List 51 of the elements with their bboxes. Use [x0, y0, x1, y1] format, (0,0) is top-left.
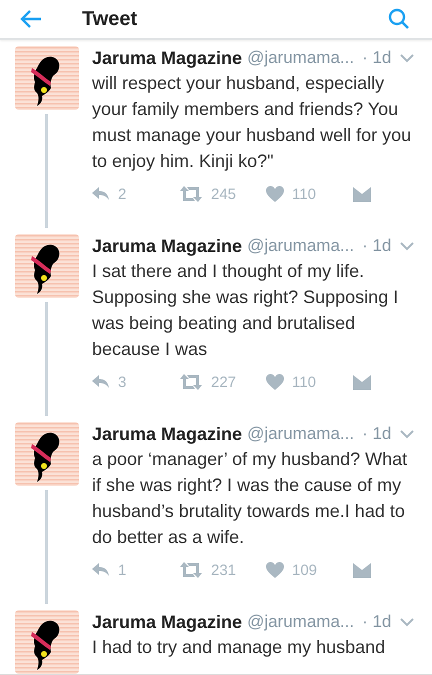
tweet-time: · 1d — [362, 612, 392, 632]
message-icon — [353, 374, 371, 390]
like-button[interactable]: 110 — [266, 186, 353, 202]
tweet-text: I had to try and manage my husband — [92, 636, 386, 659]
author-handle[interactable]: @jarumama... — [247, 424, 354, 444]
tweet-text: a poor ‘manager’ of my husband? What if she was right? I was the cause of my husband’s brutality towards me.I had to do better as a wife. — [92, 448, 408, 549]
reply-button[interactable]: 3 — [92, 374, 179, 390]
message-icon — [353, 562, 371, 578]
retweet-icon — [179, 186, 203, 202]
message-button[interactable] — [353, 562, 371, 578]
reply-button[interactable]: 2 — [92, 186, 179, 202]
avatar-icon[interactable] — [15, 422, 79, 486]
author-handle[interactable]: @jarumama... — [247, 48, 354, 68]
tweet-time: · 1d — [362, 424, 392, 444]
author-handle[interactable]: @jarumama... — [247, 236, 354, 256]
author-handle[interactable]: @jarumama... — [247, 612, 354, 632]
message-button[interactable] — [353, 186, 371, 202]
reply-icon — [92, 375, 110, 389]
retweet-icon — [179, 562, 203, 578]
heart-icon — [266, 186, 284, 202]
like-button[interactable]: 109 — [266, 562, 353, 578]
heart-icon — [266, 374, 284, 390]
retweet-button[interactable]: 231 — [179, 562, 266, 578]
author-name[interactable]: Jaruma Magazine — [92, 236, 242, 256]
avatar-icon[interactable] — [15, 610, 79, 674]
tweet-text: will respect your husband, especially your family members and friends? You must manage your husband well for you to enjoy him. Kinji ko?" — [92, 72, 412, 173]
page-title: Tweet — [82, 8, 138, 30]
reply-icon — [92, 187, 110, 201]
author-name[interactable]: Jaruma Magazine — [92, 612, 242, 632]
tweet-time: · 1d — [362, 236, 392, 256]
tweet-time: · 1d — [362, 48, 392, 68]
author-name[interactable]: Jaruma Magazine — [92, 48, 242, 68]
reply-button[interactable]: 1 — [92, 562, 179, 578]
avatar-icon[interactable] — [15, 234, 79, 298]
message-button[interactable] — [353, 374, 371, 390]
heart-icon — [266, 562, 284, 578]
like-button[interactable]: 110 — [266, 374, 353, 390]
tweet-text: I sat there and I thought of my life. Supposing she was right? Supposing I was being beating and brutalised because I was — [92, 260, 400, 361]
retweet-button[interactable]: 227 — [179, 374, 266, 390]
message-icon — [353, 186, 371, 202]
retweet-button[interactable]: 245 — [179, 186, 266, 202]
caret-icon[interactable] — [400, 618, 414, 626]
avatar-icon[interactable] — [15, 46, 79, 110]
caret-icon[interactable] — [400, 242, 414, 250]
search-button[interactable] — [388, 8, 410, 30]
author-name[interactable]: Jaruma Magazine — [92, 424, 242, 444]
caret-icon[interactable] — [400, 54, 414, 62]
retweet-icon — [179, 374, 203, 390]
back-button[interactable] — [20, 10, 42, 28]
caret-icon[interactable] — [400, 430, 414, 438]
reply-icon — [92, 563, 110, 577]
